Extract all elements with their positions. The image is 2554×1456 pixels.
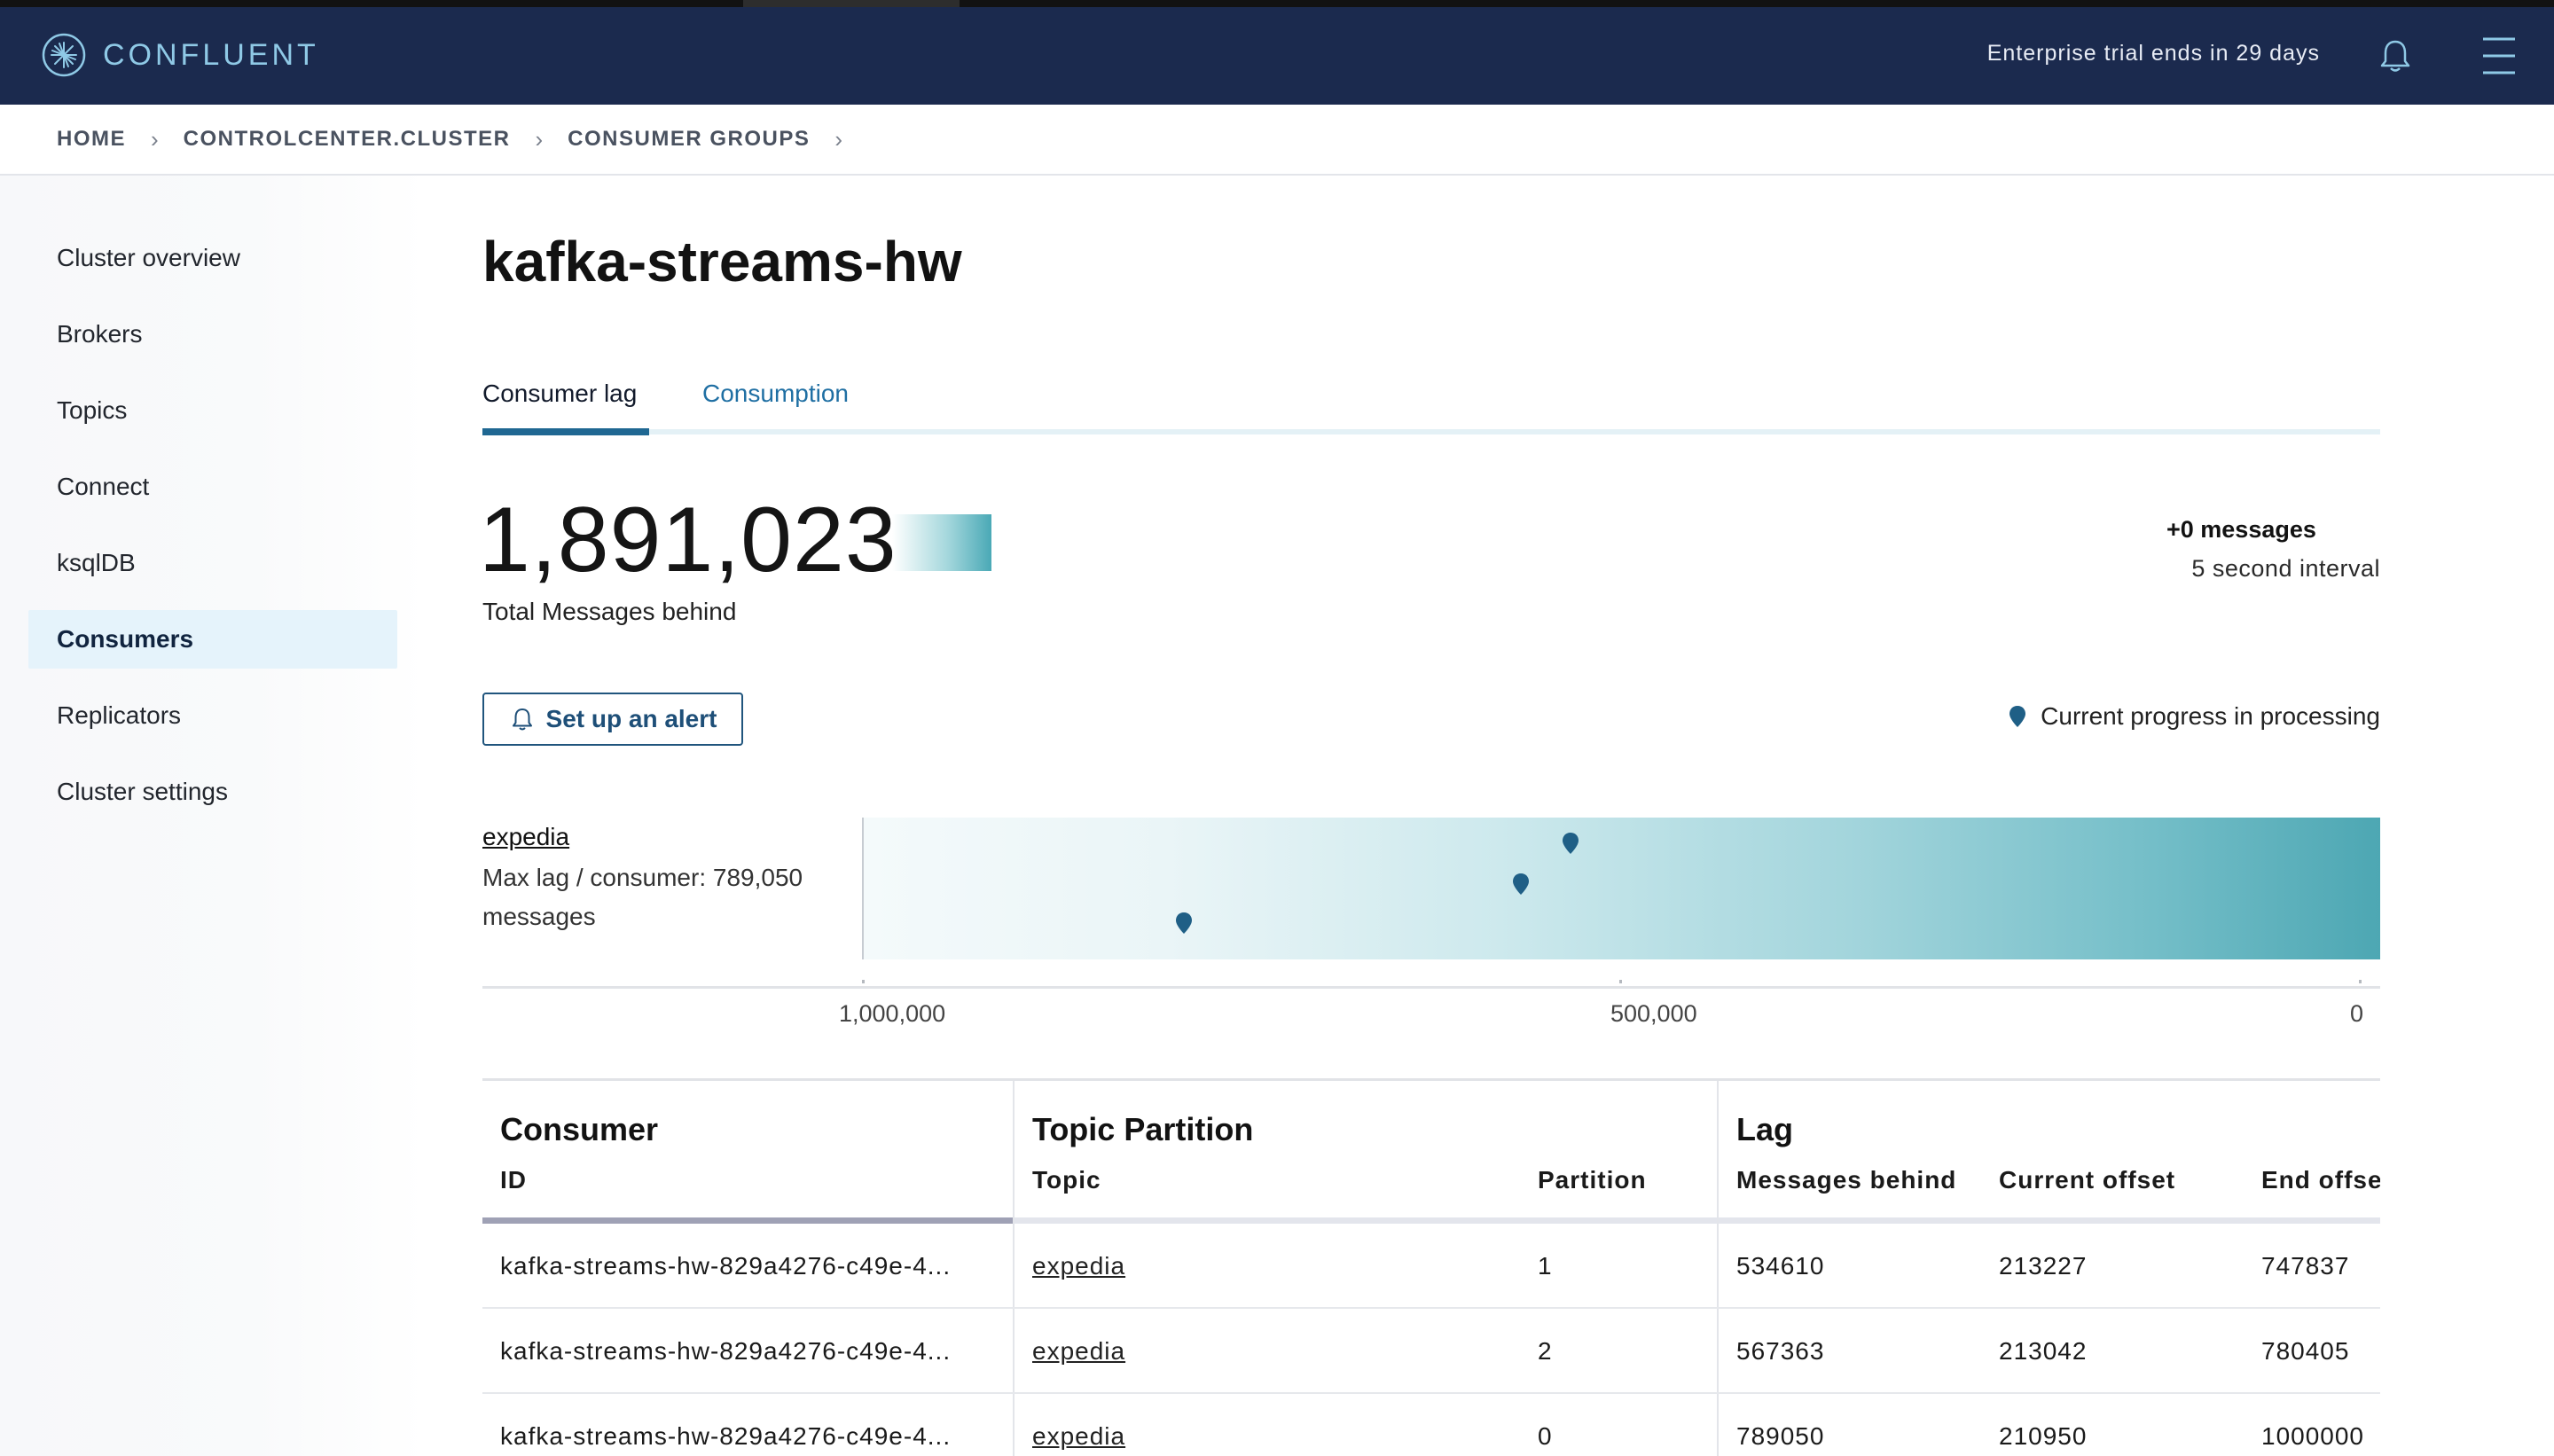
active-tab-indicator [482,428,649,435]
axis-tick [1619,980,1622,983]
sort-indicator-bar [482,1217,1013,1224]
consumer-id-cell: kafka-streams-hw-829a4276-c49e-4... [500,1337,952,1365]
column-header-current-offset[interactable]: Current offset [1999,1166,2175,1194]
sidebar-item-ksqldb[interactable]: ksqlDB [28,534,397,592]
sidebar-item-replicators[interactable]: Replicators [28,686,397,745]
current-offset-cell: 210950 [1999,1422,2088,1450]
column-header-messages-behind[interactable]: Messages behind [1736,1166,1956,1194]
consumer-progress-pin[interactable] [1512,873,1530,896]
tab-consumer-lag[interactable]: Consumer lag [482,380,637,408]
chevron-right-icon: › [834,125,843,153]
sidebar-item-consumers[interactable]: Consumers [28,610,397,669]
consumer-progress-pin[interactable] [1175,912,1193,935]
axis-label-max: 1,000,000 [839,1000,946,1027]
sidebar-item-connect[interactable]: Connect [28,458,397,516]
sidebar-item-cluster-overview[interactable]: Cluster overview [28,229,397,287]
set-up-alert-label: Set up an alert [545,705,717,732]
column-header-id[interactable]: ID [500,1166,527,1194]
trial-notice: Enterprise trial ends in 29 days [1986,41,2320,66]
refresh-interval: 5 second interval [2191,555,2380,582]
sidebar-item-topics[interactable]: Topics [28,381,397,440]
partition-cell: 1 [1538,1252,1553,1280]
chevron-right-icon: › [151,125,159,153]
window-top-strip [0,0,2554,7]
progress-legend-label: Current progress in processing [2041,702,2380,730]
axis-label-mid: 500,000 [1610,1000,1697,1027]
column-header-partition[interactable]: Partition [1538,1166,1647,1194]
messages-behind-cell: 534610 [1736,1252,1825,1280]
messages-behind-cell: 789050 [1736,1422,1825,1450]
table-row[interactable]: kafka-streams-hw-829a4276-c49e-4... expe… [482,1394,2380,1456]
table-row[interactable]: kafka-streams-hw-829a4276-c49e-4... expe… [482,1309,2380,1394]
partition-cell: 0 [1538,1422,1553,1450]
axis-tick [862,980,865,983]
lag-gradient-swatch [892,514,991,571]
window-top-strip-highlight [743,0,960,7]
max-lag-per-consumer: Max lag / consumer: 789,050 messages [482,864,803,930]
confluent-logo-icon [42,33,86,77]
consumer-progress-pin[interactable] [1562,832,1579,855]
consumer-id-cell: kafka-streams-hw-829a4276-c49e-4... [500,1422,952,1450]
consumer-id-cell: kafka-streams-hw-829a4276-c49e-4... [500,1252,952,1280]
top-header: CONFLUENT Enterprise trial ends in 29 da… [0,7,2554,105]
topic-link[interactable]: expedia [1032,1422,1125,1451]
axis-tick [2359,980,2362,983]
bell-icon [512,708,532,731]
column-header-topic[interactable]: Topic [1032,1166,1101,1194]
messages-behind-cell: 567363 [1736,1337,1825,1365]
end-offset-cell: 747837 [2261,1252,2350,1280]
breadcrumb: HOME › CONTROLCENTER.CLUSTER › CONSUMER … [0,105,2554,176]
hamburger-menu-icon[interactable] [2480,34,2519,78]
consumer-lag-table: Consumer Topic Partition Lag ID Topic Pa… [482,1078,2380,1456]
header-divider-bar [1015,1217,2380,1224]
tab-consumption[interactable]: Consumption [702,380,849,408]
set-up-alert-button[interactable]: Set up an alert [482,693,743,746]
chevron-right-icon: › [535,125,544,153]
brand-logo[interactable]: CONFLUENT [41,32,319,78]
partition-cell: 2 [1538,1337,1553,1365]
table-row[interactable]: kafka-streams-hw-829a4276-c49e-4... expe… [482,1224,2380,1309]
topic-link[interactable]: expedia [1032,1337,1125,1366]
total-messages-behind-label: Total Messages behind [482,598,737,625]
column-group-consumer: Consumer [500,1111,659,1147]
breadcrumb-consumer-groups[interactable]: CONSUMER GROUPS [568,127,810,152]
total-messages-behind-value: 1,891,023 [479,489,897,591]
sidebar-item-cluster-settings[interactable]: Cluster settings [28,763,397,821]
current-offset-cell: 213227 [1999,1252,2088,1280]
column-header-end-offset[interactable]: End offse [2261,1166,2380,1194]
end-offset-cell: 1000000 [2261,1422,2365,1450]
message-delta: +0 messages [2166,516,2316,543]
consumer-lag-bar [862,818,2380,959]
axis-label-zero: 0 [2350,1000,2364,1027]
progress-legend: Current progress in processing [2009,702,2380,731]
topic-link[interactable]: expedia [1032,1252,1125,1280]
location-pin-icon [2010,706,2026,727]
column-group-topic-partition: Topic Partition [1032,1111,1254,1147]
current-offset-cell: 213042 [1999,1337,2088,1365]
tab-bar: Consumer lag Consumption [482,380,2380,438]
end-offset-cell: 780405 [2261,1337,2350,1365]
sidebar: Cluster overview Brokers Topics Connect … [0,176,426,1456]
tab-bar-track [482,429,2380,434]
lag-axis-line [482,986,2380,989]
breadcrumb-cluster[interactable]: CONTROLCENTER.CLUSTER [184,127,511,152]
sidebar-item-brokers[interactable]: Brokers [28,305,397,364]
page-title: kafka-streams-hw [482,230,962,294]
bell-icon[interactable] [2377,37,2414,74]
column-group-lag: Lag [1736,1111,1794,1147]
consumer-group-topic-link[interactable]: expedia [482,823,569,851]
brand-name: CONFLUENT [103,37,319,72]
breadcrumb-home[interactable]: HOME [57,127,126,152]
